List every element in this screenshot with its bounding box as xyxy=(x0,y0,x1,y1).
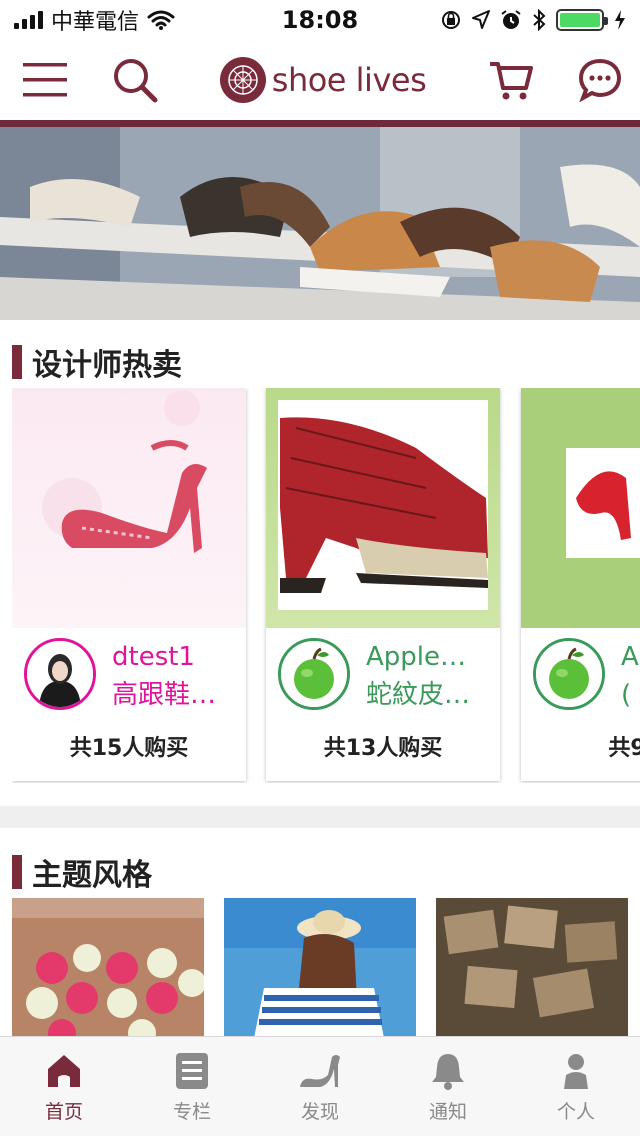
battery-icon xyxy=(556,9,608,31)
buyers-count: 共13人购买 xyxy=(323,736,443,761)
banner-image xyxy=(0,127,640,320)
product-name: 蛇紋皮… xyxy=(366,680,471,710)
designer-cards-row: dtest1 高跟鞋… 共15人购买 Apple… 蛇紋皮… 共13人购买 A … xyxy=(12,388,640,783)
tab-discover[interactable]: 发现 xyxy=(256,1037,384,1136)
orientation-lock-icon xyxy=(442,11,460,29)
high-heel-icon xyxy=(300,1055,340,1087)
status-left: 中華電信 xyxy=(14,4,234,36)
nav-left xyxy=(22,57,158,103)
tab-label: 专栏 xyxy=(172,1101,211,1123)
bell-icon xyxy=(432,1054,464,1090)
product-card[interactable]: dtest1 高跟鞋… 共15人购买 xyxy=(12,388,246,781)
designer-avatar[interactable] xyxy=(533,638,605,710)
product-image xyxy=(266,388,500,628)
wifi-icon xyxy=(147,10,175,30)
product-card[interactable]: A ( 共9人 xyxy=(521,388,640,781)
hero-banner[interactable] xyxy=(0,127,640,320)
designer-name[interactable]: A xyxy=(621,638,640,676)
theme-tile-beach[interactable] xyxy=(224,898,416,1038)
product-name: 高跟鞋… xyxy=(112,680,217,710)
product-card[interactable]: Apple… 蛇紋皮… 共13人购买 xyxy=(266,388,500,781)
tab-label: 个人 xyxy=(556,1101,595,1123)
signal-icon xyxy=(14,11,43,29)
carrier-label: 中華電信 xyxy=(51,10,140,35)
tab-bar: 首页 专栏 发现 通知 个人 xyxy=(0,1036,640,1136)
bluetooth-icon xyxy=(533,9,546,31)
product-name: ( xyxy=(621,680,632,710)
buyers-count: 共9人 xyxy=(608,736,640,761)
menu-icon[interactable] xyxy=(22,60,68,100)
cart-icon[interactable] xyxy=(488,58,534,102)
logo-mark-icon xyxy=(219,57,266,103)
card-info: dtest1 高跟鞋… xyxy=(12,628,246,728)
status-time: 18:08 xyxy=(281,6,359,34)
card-info: A ( xyxy=(521,628,640,728)
section-title-text: 主题风格 xyxy=(32,858,152,893)
alarm-icon xyxy=(501,10,521,29)
location-icon xyxy=(472,10,490,29)
column-icon xyxy=(176,1053,208,1089)
designer-name[interactable]: Apple… xyxy=(366,638,494,676)
search-icon[interactable] xyxy=(112,57,158,103)
status-bar: 中華電信 18:08 xyxy=(0,0,640,40)
battery-fill xyxy=(560,13,600,27)
top-nav: shoe lives xyxy=(0,40,640,120)
nav-right xyxy=(488,58,622,102)
tab-label: 通知 xyxy=(428,1101,467,1123)
tab-notifications[interactable]: 通知 xyxy=(384,1037,512,1136)
status-right xyxy=(406,9,626,31)
logo-text: shoe lives xyxy=(271,61,427,99)
tab-label: 首页 xyxy=(44,1101,83,1123)
tab-profile[interactable]: 个人 xyxy=(512,1037,640,1136)
theme-tile-roses[interactable] xyxy=(12,898,204,1038)
section-title-text: 设计师热卖 xyxy=(32,348,182,383)
designer-name[interactable]: dtest1 xyxy=(112,638,240,676)
designer-avatar[interactable] xyxy=(24,638,96,710)
theme-tile-photos[interactable] xyxy=(436,898,628,1038)
chat-icon[interactable] xyxy=(578,58,622,102)
section-title-themes: 主题风格 xyxy=(12,850,152,894)
person-icon xyxy=(564,1054,588,1089)
themes-row xyxy=(12,898,640,1038)
product-image xyxy=(521,388,640,628)
tab-label: 发现 xyxy=(300,1101,339,1123)
charging-icon xyxy=(615,10,625,30)
section-title-designer-hot: 设计师热卖 xyxy=(12,340,182,384)
product-image xyxy=(12,388,246,628)
home-icon xyxy=(48,1055,80,1087)
designer-avatar[interactable] xyxy=(278,638,350,710)
tab-column[interactable]: 专栏 xyxy=(128,1037,256,1136)
section-separator xyxy=(0,806,640,828)
nav-divider xyxy=(0,120,640,127)
tab-home[interactable]: 首页 xyxy=(0,1037,128,1136)
card-info: Apple… 蛇紋皮… xyxy=(266,628,500,728)
section-marker xyxy=(12,855,22,889)
buyers-count: 共15人购买 xyxy=(69,736,189,761)
app-logo[interactable]: shoe lives xyxy=(219,57,427,103)
section-marker xyxy=(12,345,22,379)
